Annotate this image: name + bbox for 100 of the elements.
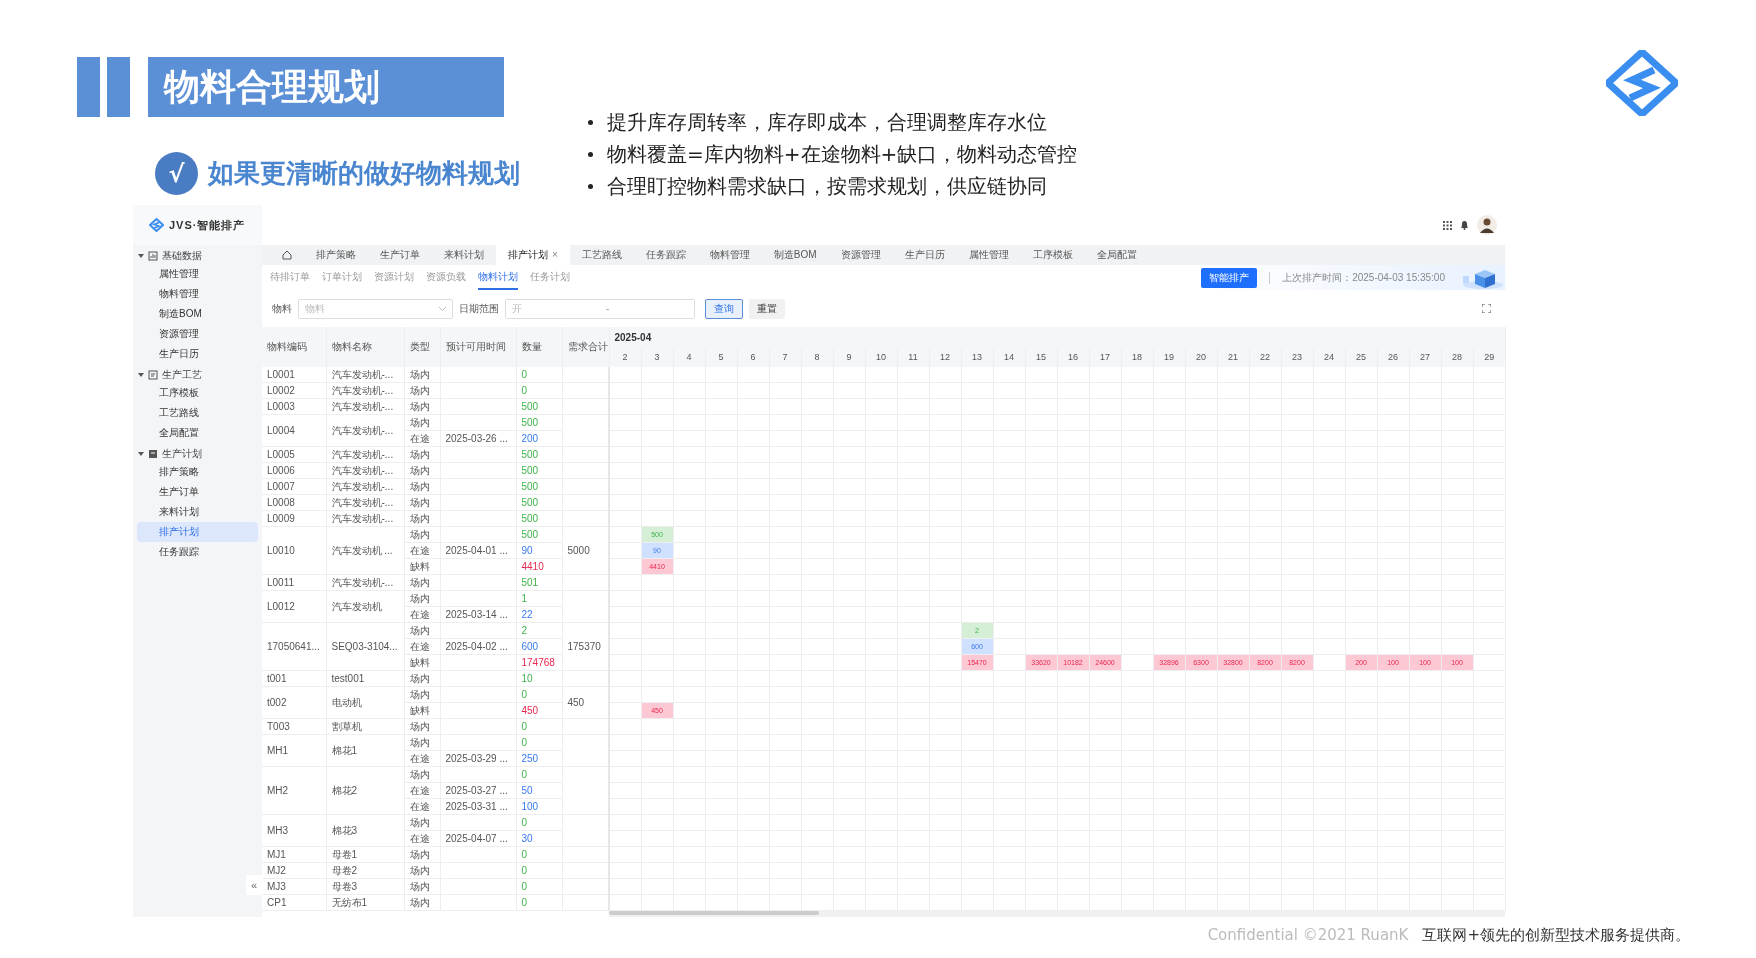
tab[interactable]: 属性管理	[956, 245, 1021, 265]
menu-group-icon	[148, 250, 158, 261]
tab[interactable]: 生产订单	[368, 245, 432, 265]
title-bar-stripe	[77, 57, 100, 117]
table-cell: 汽车发动机-...	[326, 462, 404, 479]
bullet-text: 物料覆盖=库内物料+在途物料+缺口，物料动态管控	[607, 140, 1078, 168]
table-cell: 场内	[404, 846, 440, 863]
company-tagline: 互联网+领先的创新型技术服务提供商。	[1422, 926, 1690, 945]
tab[interactable]: 全局配置	[1084, 245, 1149, 265]
table-cell: 2025-03-26 ...	[440, 430, 516, 447]
quantity-cell: 250	[516, 750, 562, 767]
sub-tab[interactable]: 物料计划	[478, 265, 518, 290]
avatar-icon[interactable]	[1477, 215, 1497, 235]
query-button[interactable]: 查询	[705, 298, 743, 319]
menu-item[interactable]: 生产订单	[137, 482, 258, 502]
home-icon[interactable]	[282, 250, 292, 260]
bullet-dot	[588, 183, 593, 189]
table-cell: 场内	[404, 574, 440, 591]
menu-item[interactable]: 工艺路线	[137, 403, 258, 423]
menu-item[interactable]: 排产策略	[137, 462, 258, 482]
menu-item[interactable]: 资源管理	[137, 324, 258, 344]
menu-group[interactable]: 生产工艺	[162, 367, 202, 382]
tab[interactable]: 资源管理	[828, 245, 893, 265]
table-cell: 450	[562, 686, 609, 719]
tab[interactable]: 任务跟踪	[633, 245, 698, 265]
menu-item[interactable]: 排产计划	[137, 522, 258, 542]
table-cell: 场内	[404, 478, 440, 495]
schedule-button[interactable]: 智能排产	[1201, 267, 1258, 288]
quantity-cell: 500	[516, 462, 562, 479]
table-cell: MJ2	[262, 862, 326, 879]
day-header: 26	[1377, 347, 1409, 367]
table-cell: L0012	[262, 590, 326, 623]
menu-group-icon	[148, 448, 158, 459]
menu-item[interactable]: 工序模板	[137, 383, 258, 403]
quantity-cell: 90	[516, 542, 562, 559]
tab[interactable]: 物料管理	[697, 245, 762, 265]
column-header: 物料名称	[326, 327, 404, 367]
caret-icon[interactable]	[138, 252, 144, 259]
fullscreen-icon[interactable]	[1482, 304, 1491, 313]
table-cell: 场内	[404, 462, 440, 479]
menu-item[interactable]: 全局配置	[137, 423, 258, 443]
tab[interactable]: 排产计划 ×	[496, 245, 570, 265]
day-header: 9	[833, 347, 865, 367]
menu-item[interactable]: 来料计划	[137, 502, 258, 522]
table-cell: L0003	[262, 398, 326, 415]
tab[interactable]: 工序模板	[1020, 245, 1085, 265]
quantity-cell: 450	[516, 702, 562, 719]
table-cell: 场内	[404, 670, 440, 687]
day-header: 15	[1025, 347, 1057, 367]
apps-grid-icon[interactable]	[1443, 220, 1452, 230]
table-cell: 汽车发动机	[326, 590, 404, 623]
day-header: 6	[737, 347, 769, 367]
table-cell: 场内	[404, 510, 440, 527]
filter-label: 日期范围	[459, 301, 499, 316]
collapse-button[interactable]: «	[246, 875, 262, 895]
table-cell: test001	[326, 670, 404, 687]
day-header: 7	[769, 347, 801, 367]
day-header: 16	[1057, 347, 1089, 367]
table-cell: 5000	[562, 526, 609, 575]
horizontal-scrollbar[interactable]	[609, 911, 1505, 917]
menu-group[interactable]: 生产计划	[162, 446, 202, 461]
table-cell: 割草机	[326, 718, 404, 735]
bell-icon[interactable]	[1460, 220, 1469, 230]
table-cell: 2025-04-07 ...	[440, 830, 516, 847]
table-cell: L0001	[262, 367, 326, 383]
day-header: 11	[897, 347, 929, 367]
menu-item[interactable]: 制造BOM	[137, 304, 258, 324]
menu-item[interactable]: 生产日历	[137, 344, 258, 364]
table-cell: 汽车发动机-...	[326, 382, 404, 399]
table-cell: 汽车发动机-...	[326, 510, 404, 527]
menu-item[interactable]: 属性管理	[137, 264, 258, 284]
tab[interactable]: 来料计划	[432, 245, 496, 265]
quantity-cell: 0	[516, 734, 562, 751]
day-header: 21	[1217, 347, 1249, 367]
tab[interactable]: 排产策略	[304, 245, 368, 265]
day-header: 18	[1121, 347, 1153, 367]
menu-group[interactable]: 基础数据	[162, 248, 202, 263]
day-header: 27	[1409, 347, 1441, 367]
tab[interactable]: 生产日历	[892, 245, 957, 265]
table-cell: 在途	[404, 638, 440, 655]
quantity-cell: 500	[516, 494, 562, 511]
day-header: 20	[1185, 347, 1217, 367]
table-cell: 缺料	[404, 654, 440, 671]
table-cell: 场内	[404, 590, 440, 607]
caret-icon[interactable]	[138, 450, 144, 457]
menu-item[interactable]: 任务跟踪	[137, 542, 258, 562]
day-header: 28	[1441, 347, 1473, 367]
tab[interactable]: 工艺路线	[569, 245, 634, 265]
tab[interactable]: 制造BOM	[761, 245, 829, 265]
table-cell: 17050641...	[262, 622, 326, 671]
caret-icon[interactable]	[138, 371, 144, 378]
table-cell: T003	[262, 718, 326, 735]
menu-item[interactable]: 物料管理	[137, 284, 258, 304]
reset-button[interactable]: 重置	[749, 298, 785, 319]
day-header: 22	[1249, 347, 1281, 367]
day-header: 3	[641, 347, 673, 367]
confidential-note: Confidential ©2021 RuanK	[1207, 926, 1409, 945]
day-header: 8	[801, 347, 833, 367]
table-cell: 场内	[404, 494, 440, 511]
close-icon[interactable]: ×	[552, 245, 558, 265]
